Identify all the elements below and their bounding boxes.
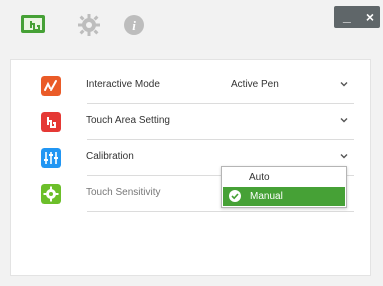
touch-hand-icon[interactable] [20,13,48,37]
minimize-button[interactable]: _ [343,9,351,23]
row-interactive-mode[interactable]: Interactive Mode Active Pen [11,68,372,104]
chevron-down-icon[interactable] [339,151,349,161]
info-icon[interactable]: i [124,15,144,35]
option-manual-label: Manual [250,191,283,202]
pen-icon [41,76,61,96]
dropdown-option-auto[interactable]: Auto [222,167,346,187]
check-circle-icon [229,190,241,202]
touch-area-label: Touch Area Setting [86,115,170,126]
window-controls: _ × [334,6,380,28]
row-touch-area[interactable]: Touch Area Setting [11,104,372,140]
calibration-label: Calibration [86,151,134,162]
interactive-mode-value: Active Pen [231,79,279,90]
interactive-mode-label: Interactive Mode [86,79,160,90]
gear-icon[interactable] [78,14,100,36]
touch-sensitivity-label: Touch Sensitivity [86,187,161,198]
close-button[interactable]: × [366,9,374,25]
app-window: i _ × Interactive Mode Active Pen Touch … [0,0,383,286]
touch-area-icon [41,112,61,132]
sliders-icon [41,148,61,168]
calibration-dropdown: Auto Manual [221,166,347,208]
sensitivity-gear-icon [41,184,61,204]
svg-text:i: i [132,18,136,33]
divider [87,211,354,212]
dropdown-option-manual[interactable]: Manual [223,187,345,206]
option-auto-label: Auto [249,172,270,183]
chevron-down-icon[interactable] [339,115,349,125]
chevron-down-icon[interactable] [339,79,349,89]
